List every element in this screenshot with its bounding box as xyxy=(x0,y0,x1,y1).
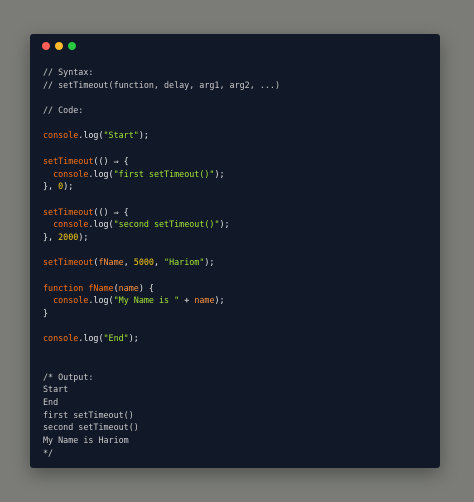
code-line: first setTimeout() xyxy=(43,409,280,422)
code-token: setTimeout xyxy=(43,257,94,268)
code-token: Start xyxy=(43,384,69,395)
code-line: function fName(name) { xyxy=(43,282,280,295)
code-line: */ xyxy=(43,447,280,460)
code-token: fName xyxy=(98,257,124,268)
code-line: // setTimeout(function, delay, arg1, arg… xyxy=(43,79,280,92)
code-window: // Syntax: // setTimeout(function, delay,… xyxy=(30,34,440,468)
close-dot[interactable] xyxy=(42,42,50,50)
code-token: console xyxy=(53,295,89,306)
code-token: .log( xyxy=(78,130,104,141)
code-line: console.log("My Name is " + name); xyxy=(43,294,280,307)
code-block: // Syntax: // setTimeout(function, delay,… xyxy=(43,66,280,459)
code-token: console xyxy=(53,219,89,230)
code-line: Start xyxy=(43,383,280,396)
code-token: "second setTimeout()" xyxy=(113,219,220,230)
code-token: .log( xyxy=(88,295,114,306)
code-token: ); xyxy=(219,219,230,230)
code-token: "first setTimeout()" xyxy=(113,168,215,179)
code-token: console xyxy=(53,168,89,179)
code-token: console xyxy=(43,130,79,141)
code-token: ); xyxy=(128,333,139,344)
code-token: ); xyxy=(204,257,215,268)
code-token: "Start" xyxy=(103,130,139,141)
code-token: "Hariom" xyxy=(164,257,205,268)
code-line: console.log("first setTimeout()"); xyxy=(43,168,280,181)
code-token: .log( xyxy=(78,333,104,344)
code-token: name xyxy=(118,282,139,293)
code-token: first setTimeout() xyxy=(43,409,134,420)
code-token: "End" xyxy=(103,333,129,344)
code-token: + xyxy=(179,295,195,306)
code-token: setTimeout xyxy=(43,155,94,166)
code-token: ) { xyxy=(138,282,154,293)
minimize-dot[interactable] xyxy=(55,42,63,50)
window-controls xyxy=(42,42,76,50)
code-line: console.log("Start"); xyxy=(43,129,280,142)
code-line: End xyxy=(43,396,280,409)
code-token: ); xyxy=(214,168,225,179)
code-token: , xyxy=(153,257,165,268)
code-line: // Code: xyxy=(43,104,280,117)
code-token: console xyxy=(43,333,79,344)
code-token: /* Output: xyxy=(43,371,94,382)
code-line: setTimeout(fName, 5000, "Hariom"); xyxy=(43,256,280,269)
code-token: End xyxy=(43,396,59,407)
code-line: console.log("second setTimeout()"); xyxy=(43,218,280,231)
code-token: }, xyxy=(43,231,59,242)
code-line: second setTimeout() xyxy=(43,421,280,434)
code-token: name xyxy=(194,295,215,306)
code-token: function xyxy=(43,282,89,293)
code-token: setTimeout xyxy=(43,206,94,217)
code-line: My Name is Hariom xyxy=(43,434,280,447)
code-token: }, xyxy=(43,181,59,192)
code-token: // setTimeout(function, delay, arg1, arg… xyxy=(43,79,280,90)
code-line: /* Output: xyxy=(43,371,280,384)
code-token: fName xyxy=(88,282,114,293)
code-line: }, 0); xyxy=(43,180,280,193)
code-token: 5000 xyxy=(133,257,154,268)
code-token: second setTimeout() xyxy=(43,422,139,433)
code-token: ); xyxy=(214,295,225,306)
code-line: } xyxy=(43,307,280,320)
code-line: console.log("End"); xyxy=(43,332,280,345)
code-token: */ xyxy=(43,447,54,458)
code-token: // Code: xyxy=(43,105,84,116)
code-token: ); xyxy=(138,130,149,141)
code-token: ); xyxy=(78,231,89,242)
code-line: setTimeout(() ⇒ { xyxy=(43,206,280,219)
code-token: } xyxy=(43,308,49,319)
code-token: .log( xyxy=(88,168,114,179)
code-token: ); xyxy=(63,181,74,192)
code-token: .log( xyxy=(88,219,114,230)
code-token: My Name is Hariom xyxy=(43,434,129,445)
code-token: 2000 xyxy=(58,231,79,242)
code-token: , xyxy=(123,257,134,268)
code-token: // Syntax: xyxy=(43,67,94,77)
code-line: }, 2000); xyxy=(43,231,280,244)
code-token: (() ⇒ { xyxy=(93,206,129,217)
code-token: (() ⇒ { xyxy=(93,155,129,166)
code-line: setTimeout(() ⇒ { xyxy=(43,155,280,168)
code-token: "My Name is " xyxy=(113,295,180,306)
maximize-dot[interactable] xyxy=(68,42,76,50)
code-line: // Syntax: xyxy=(43,66,280,79)
